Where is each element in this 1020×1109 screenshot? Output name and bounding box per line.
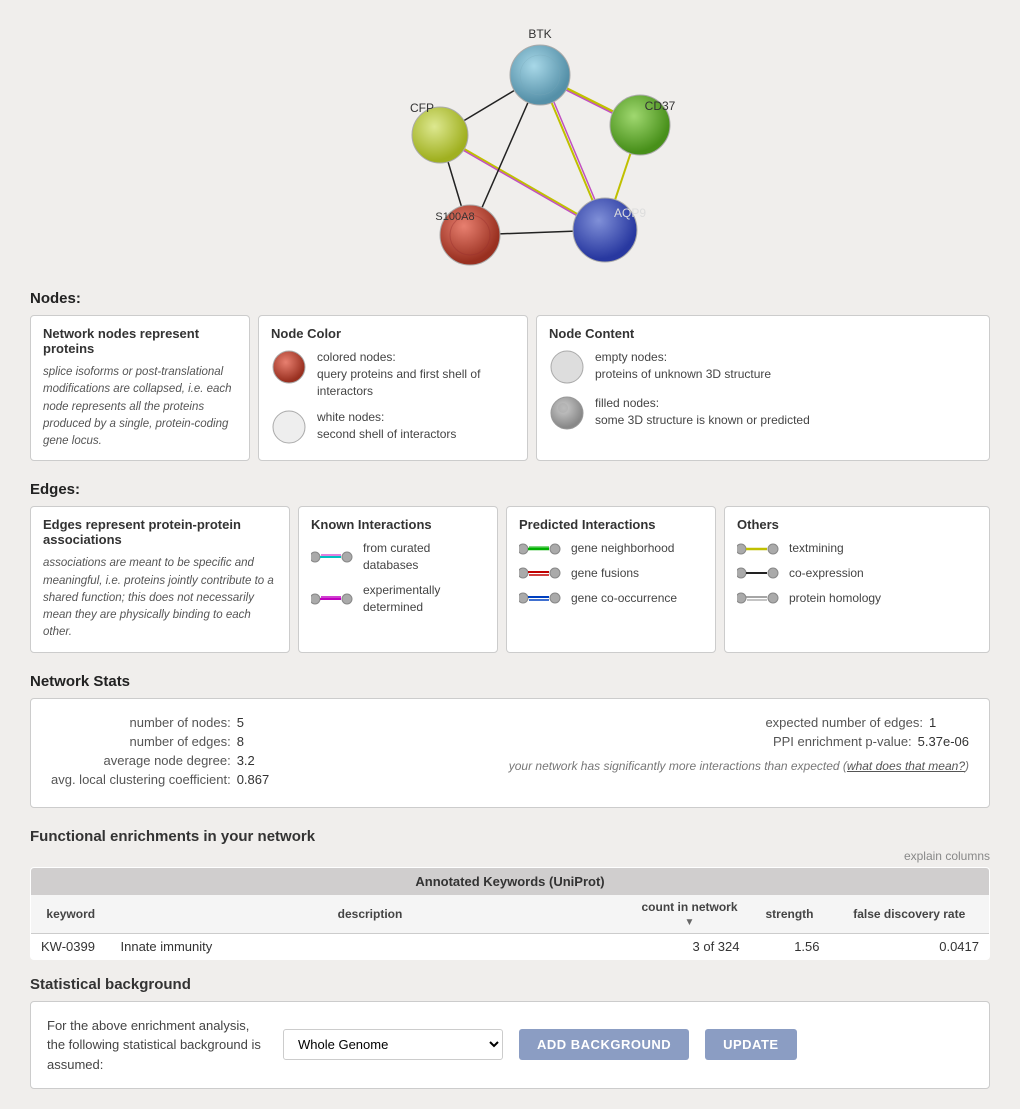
explain-columns-link[interactable]: explain columns bbox=[30, 849, 990, 863]
textmining-line bbox=[737, 542, 781, 556]
ppi-pvalue-line: PPI enrichment p-value: 5.37e-06 bbox=[773, 734, 969, 749]
stat-bg-box: For the above enrichment analysis, the f… bbox=[30, 1001, 990, 1090]
count-sort-arrow: ▼ bbox=[685, 917, 695, 928]
nodes-desc-text: splice isoforms or post-translational mo… bbox=[43, 364, 237, 450]
ppi-note: your network has significantly more inte… bbox=[509, 759, 969, 773]
stat-bg-select[interactable]: Whole Genome Custom bbox=[283, 1029, 503, 1060]
colored-node-icon bbox=[271, 349, 307, 385]
col-header-description[interactable]: description bbox=[111, 895, 630, 934]
nodes-desc-card: Network nodes represent proteins splice … bbox=[30, 315, 250, 461]
known-row2: experimentally determined bbox=[311, 582, 485, 616]
nodes-section-label: Nodes: bbox=[30, 290, 990, 307]
node-color-title: Node Color bbox=[271, 326, 515, 341]
svg-text:CFP: CFP bbox=[410, 101, 434, 115]
enrichment-section: Functional enrichments in your network e… bbox=[30, 828, 990, 960]
ppi-link[interactable]: what does that mean? bbox=[847, 759, 965, 773]
others-card: Others textmining co-expression bbox=[724, 506, 990, 652]
white-node-icon bbox=[271, 409, 307, 445]
enrichment-table-header: Annotated Keywords (UniProt) bbox=[31, 867, 990, 895]
num-nodes-line: number of nodes: 5 bbox=[130, 715, 277, 730]
node-content-row2: filled nodes: some 3D structure is known… bbox=[549, 395, 977, 431]
svg-text:BTK: BTK bbox=[528, 27, 551, 41]
known-interactions-title: Known Interactions bbox=[311, 517, 485, 532]
stat-bg-text: For the above enrichment analysis, the f… bbox=[47, 1016, 267, 1075]
others-row1: textmining bbox=[737, 540, 977, 557]
protein-homology-line bbox=[737, 591, 781, 605]
nodes-desc-title: Network nodes represent proteins bbox=[43, 326, 237, 356]
known-row1: from curated databases bbox=[311, 540, 485, 574]
curated-db-line bbox=[311, 550, 355, 564]
predicted-row3: gene co-occurrence bbox=[519, 590, 703, 607]
node-content-card: Node Content empty nodes: proteins of un… bbox=[536, 315, 990, 461]
table-row: KW-0399 Innate immunity 3 of 324 1.56 0.… bbox=[31, 933, 990, 959]
stats-box: number of nodes: 5 number of edges: 8 av… bbox=[30, 698, 990, 808]
node-content-title: Node Content bbox=[549, 326, 977, 341]
experimentally-line bbox=[311, 592, 355, 606]
cell-keyword: KW-0399 bbox=[31, 933, 111, 959]
edges-desc-card: Edges represent protein-protein associat… bbox=[30, 506, 290, 652]
coexpression-line bbox=[737, 566, 781, 580]
predicted-row2: gene fusions bbox=[519, 565, 703, 582]
expected-edges-line: expected number of edges: 1 bbox=[765, 715, 969, 730]
avg-degree-line: average node degree: 3.2 bbox=[103, 753, 276, 768]
predicted-title: Predicted Interactions bbox=[519, 517, 703, 532]
network-stats-section: Network Stats number of nodes: 5 number … bbox=[30, 673, 990, 808]
enrichment-table: Annotated Keywords (UniProt) keyword des… bbox=[30, 867, 990, 960]
col-header-fdr[interactable]: false discovery rate bbox=[830, 895, 990, 934]
cell-fdr: 0.0417 bbox=[830, 933, 990, 959]
nodes-cards-row: Network nodes represent proteins splice … bbox=[30, 315, 990, 461]
edges-section-label: Edges: bbox=[30, 481, 990, 498]
col-header-strength[interactable]: strength bbox=[750, 895, 830, 934]
others-title: Others bbox=[737, 517, 977, 532]
gene-cooccurrence-line bbox=[519, 591, 563, 605]
edges-cards-row: Edges represent protein-protein associat… bbox=[30, 506, 990, 652]
svg-text:CD37: CD37 bbox=[645, 99, 676, 113]
svg-text:AQP9: AQP9 bbox=[614, 206, 646, 220]
node-content-row1: empty nodes: proteins of unknown 3D stru… bbox=[549, 349, 977, 385]
node-color-card: Node Color colored nodes: query proteins… bbox=[258, 315, 528, 461]
num-edges-line: number of edges: 8 bbox=[130, 734, 277, 749]
cell-count: 3 of 324 bbox=[630, 933, 750, 959]
stats-right: expected number of edges: 1 PPI enrichme… bbox=[317, 715, 969, 791]
node-color-row2: white nodes: second shell of interactors bbox=[271, 409, 515, 445]
filled-node-icon bbox=[549, 395, 585, 431]
empty-node-icon bbox=[549, 349, 585, 385]
stat-bg-title: Statistical background bbox=[30, 976, 990, 993]
gene-fusions-line bbox=[519, 566, 563, 580]
stat-bg-section: Statistical background For the above enr… bbox=[30, 976, 990, 1090]
cell-strength: 1.56 bbox=[750, 933, 830, 959]
others-row3: protein homology bbox=[737, 590, 977, 607]
stats-left: number of nodes: 5 number of edges: 8 av… bbox=[51, 715, 277, 791]
node-color-row1: colored nodes: query proteins and first … bbox=[271, 349, 515, 399]
network-stats-title: Network Stats bbox=[30, 673, 990, 690]
edges-desc-title: Edges represent protein-protein associat… bbox=[43, 517, 277, 547]
predicted-interactions-card: Predicted Interactions gene neighborhood bbox=[506, 506, 716, 652]
enrichment-title: Functional enrichments in your network bbox=[30, 828, 990, 845]
edges-desc-text: associations are meant to be specific an… bbox=[43, 555, 277, 641]
avg-cluster-line: avg. local clustering coefficient: 0.867 bbox=[51, 772, 277, 787]
predicted-row1: gene neighborhood bbox=[519, 540, 703, 557]
gene-neighborhood-line bbox=[519, 542, 563, 556]
network-svg: BTK CFP CD37 S100A8 AQP9 bbox=[340, 20, 680, 270]
col-header-keyword[interactable]: keyword bbox=[31, 895, 111, 934]
others-row2: co-expression bbox=[737, 565, 977, 582]
col-header-count[interactable]: count in network ▼ bbox=[630, 895, 750, 934]
network-visualization: BTK CFP CD37 S100A8 AQP9 bbox=[30, 10, 990, 290]
cell-description: Innate immunity bbox=[111, 933, 630, 959]
update-button[interactable]: UPDATE bbox=[705, 1029, 796, 1060]
known-interactions-card: Known Interactions from curated database… bbox=[298, 506, 498, 652]
add-background-button[interactable]: ADD BACKGROUND bbox=[519, 1029, 689, 1060]
